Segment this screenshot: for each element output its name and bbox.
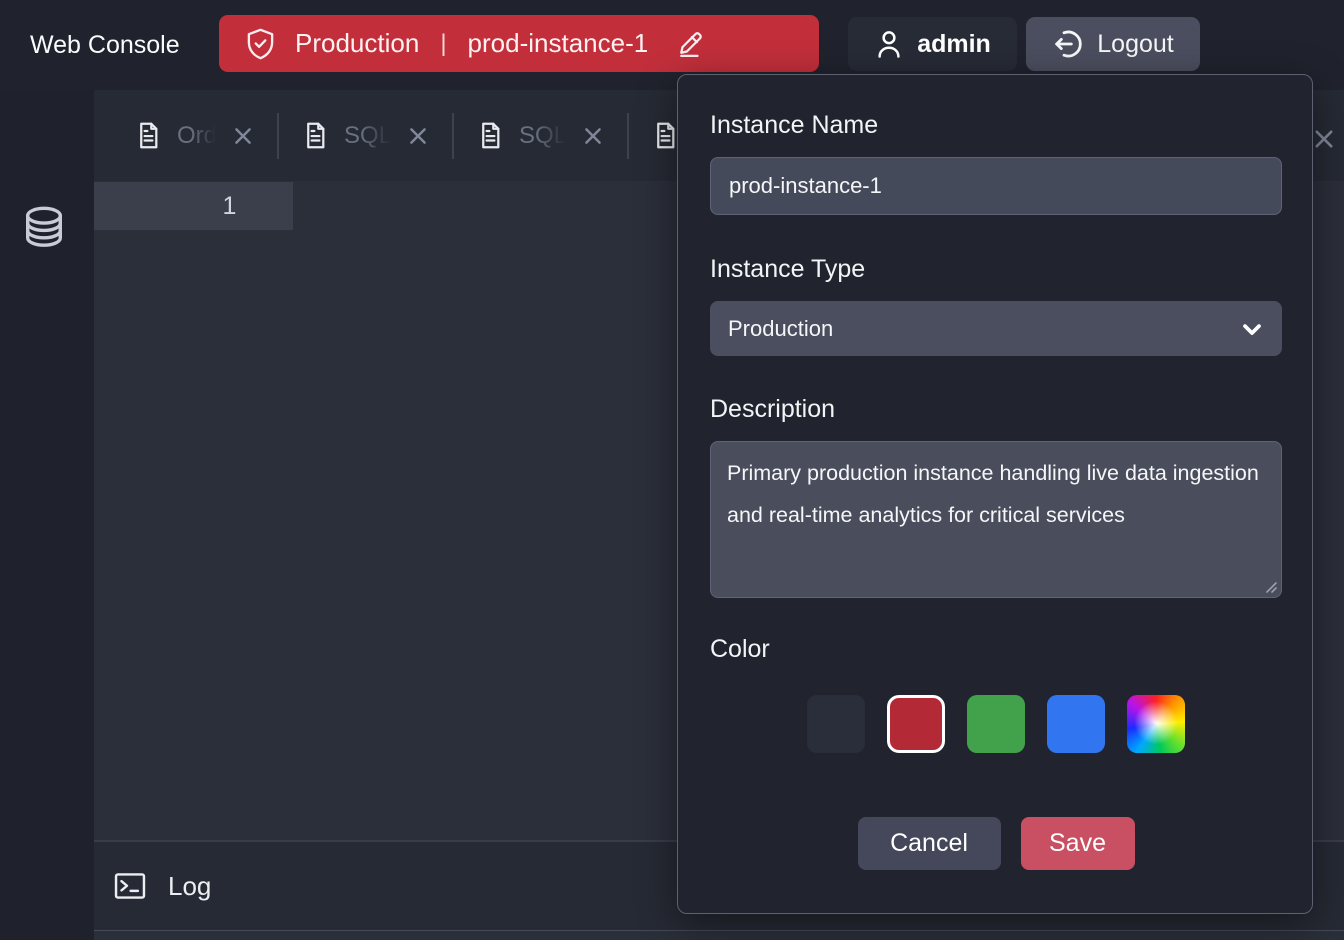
tab-ord[interactable]: Ord bbox=[122, 90, 267, 181]
user-icon bbox=[874, 28, 904, 60]
app-title: Web Console bbox=[30, 0, 180, 90]
web-console-screen: Web Console Production | prod-instance-1 bbox=[0, 0, 1344, 940]
logout-label: Logout bbox=[1097, 30, 1173, 59]
left-sidebar bbox=[0, 90, 94, 940]
logout-icon bbox=[1052, 28, 1084, 60]
tab-label: SQL bbox=[344, 122, 392, 150]
resize-grip-icon[interactable] bbox=[1264, 580, 1278, 594]
color-swatch-red-selected[interactable] bbox=[887, 695, 945, 753]
log-panel-label: Log bbox=[168, 871, 211, 902]
instance-settings-modal: Instance Name Instance Type Production D… bbox=[677, 74, 1313, 914]
tab-label: Ord bbox=[177, 122, 217, 150]
tab-divider bbox=[452, 113, 454, 159]
tab-sql-2[interactable]: SQL bbox=[464, 90, 617, 181]
color-field-label: Color bbox=[710, 635, 1282, 664]
hidden-tab-close-icon[interactable] bbox=[1312, 127, 1336, 151]
environment-label: Production bbox=[295, 28, 419, 59]
file-icon bbox=[652, 121, 679, 150]
file-icon bbox=[477, 121, 504, 150]
instance-type-select[interactable]: Production bbox=[710, 301, 1282, 356]
instance-badge[interactable]: Production | prod-instance-1 bbox=[219, 15, 819, 72]
color-swatch-blue[interactable] bbox=[1047, 695, 1105, 753]
chevron-down-icon bbox=[1238, 315, 1266, 343]
tab-close-icon[interactable] bbox=[582, 125, 604, 147]
instance-name-input[interactable] bbox=[710, 157, 1282, 215]
username-label: admin bbox=[917, 30, 991, 59]
tab-close-icon[interactable] bbox=[232, 125, 254, 147]
instance-type-value: Production bbox=[728, 316, 833, 342]
line-number: 1 bbox=[223, 192, 237, 221]
save-button[interactable]: Save bbox=[1021, 817, 1135, 870]
file-icon bbox=[135, 121, 162, 150]
bottom-strip bbox=[94, 930, 1344, 940]
description-textarea[interactable] bbox=[710, 441, 1282, 598]
color-swatch-rainbow[interactable] bbox=[1127, 695, 1185, 753]
logout-button[interactable]: Logout bbox=[1026, 17, 1200, 71]
instance-name-label: prod-instance-1 bbox=[468, 28, 649, 59]
edit-pencil-icon[interactable] bbox=[675, 29, 705, 59]
tab-divider bbox=[277, 113, 279, 159]
color-swatch-green[interactable] bbox=[967, 695, 1025, 753]
terminal-icon bbox=[113, 870, 147, 902]
database-icon[interactable] bbox=[24, 205, 64, 257]
user-button[interactable]: admin bbox=[848, 17, 1017, 71]
tab-divider bbox=[627, 113, 629, 159]
active-line-gutter: 1 bbox=[94, 182, 293, 230]
color-swatch-row bbox=[710, 695, 1282, 753]
tab-sql-1[interactable]: SQL bbox=[289, 90, 442, 181]
description-field-label: Description bbox=[710, 395, 1282, 424]
shield-check-icon bbox=[245, 27, 276, 61]
color-swatch-default[interactable] bbox=[807, 695, 865, 753]
badge-separator: | bbox=[438, 30, 448, 58]
instance-type-field-label: Instance Type bbox=[710, 255, 1282, 284]
tab-label: SQL bbox=[519, 122, 567, 150]
modal-actions: Cancel Save bbox=[710, 817, 1282, 870]
file-icon bbox=[302, 121, 329, 150]
instance-name-field-label: Instance Name bbox=[710, 111, 1282, 140]
cancel-button[interactable]: Cancel bbox=[858, 817, 1001, 870]
tab-close-icon[interactable] bbox=[407, 125, 429, 147]
